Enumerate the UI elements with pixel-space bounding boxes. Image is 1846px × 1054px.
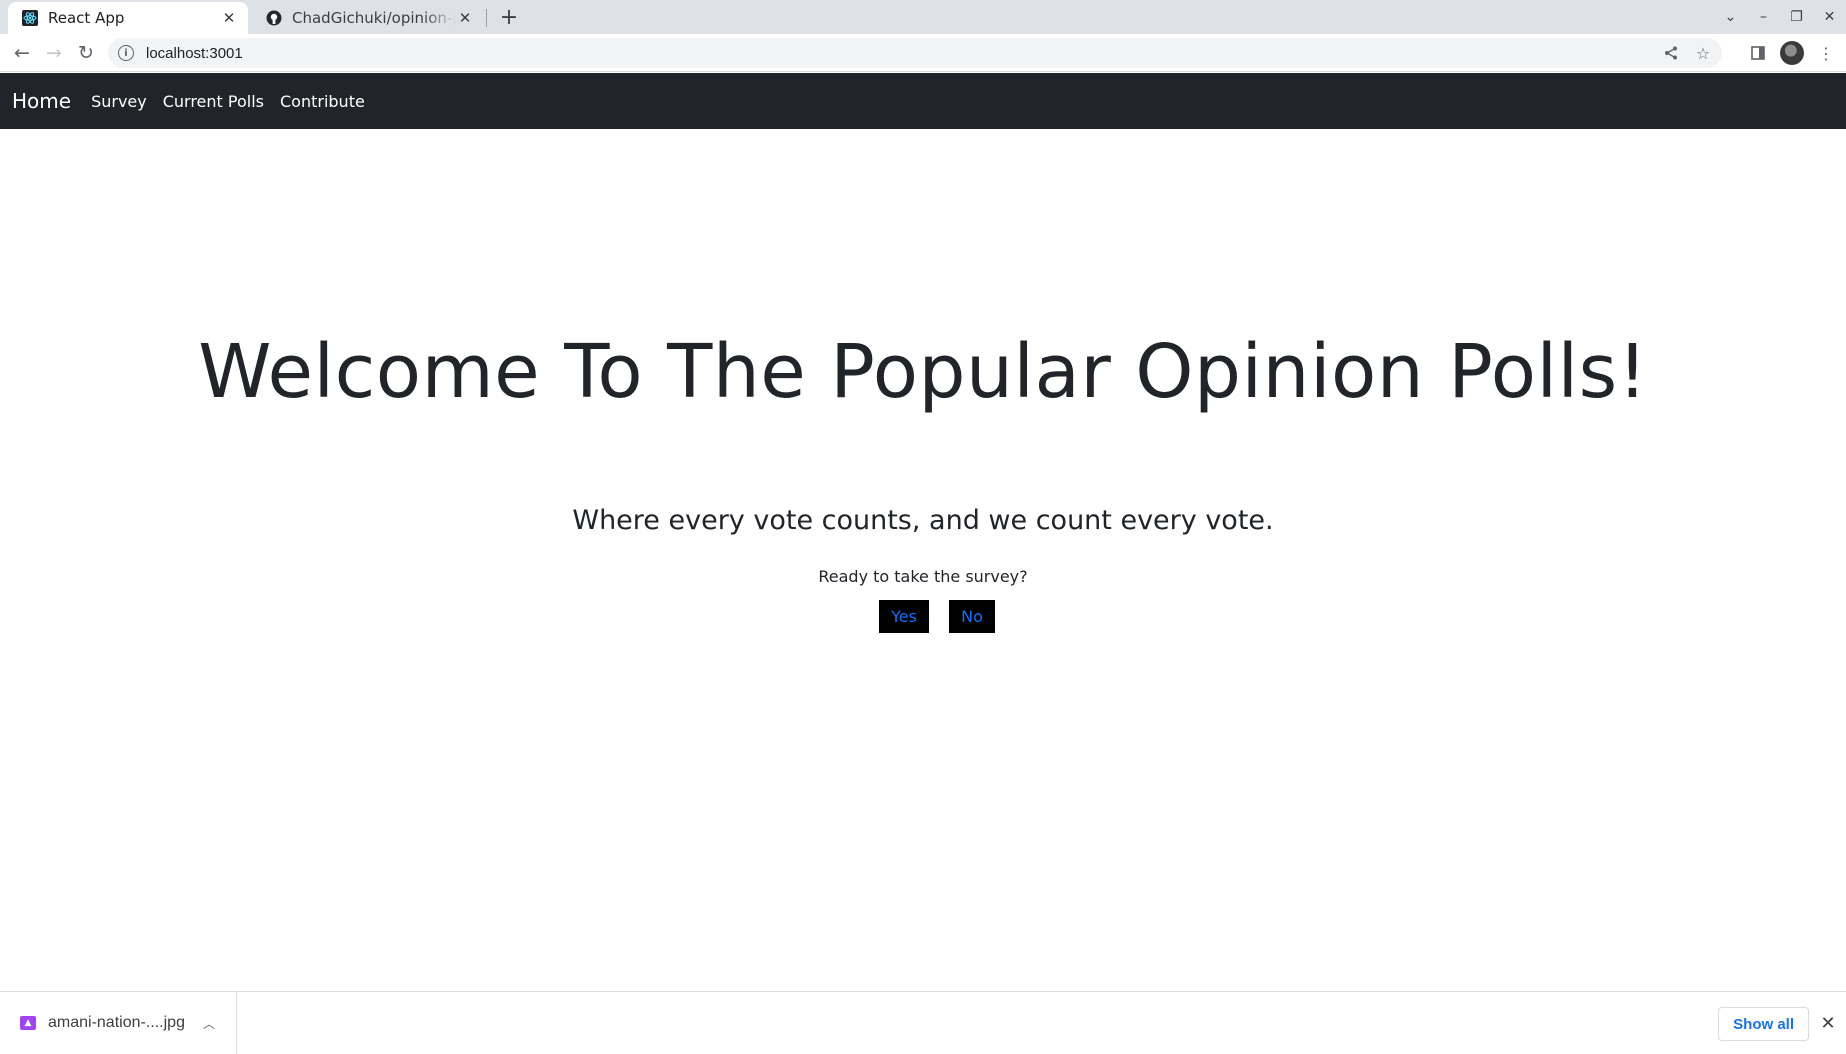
tab-title: React App (48, 9, 125, 27)
new-tab-icon[interactable]: + (496, 4, 522, 30)
image-file-icon: ▲ (20, 1016, 36, 1030)
tab-react-app[interactable]: React App ✕ (8, 2, 248, 34)
survey-prompt: Ready to take the survey? (818, 567, 1028, 586)
url-text[interactable]: localhost:3001 (146, 45, 243, 62)
menu-kebab-icon[interactable]: ⋮ (1814, 41, 1838, 65)
toolbar-right: ⋮ (1746, 34, 1838, 72)
chevron-up-icon[interactable]: ︿ (203, 1015, 215, 1032)
address-bar[interactable]: i localhost:3001 ☆ (108, 38, 1722, 68)
show-all-button[interactable]: Show all (1718, 1007, 1809, 1041)
nav-link-current-polls[interactable]: Current Polls (155, 92, 272, 111)
back-arrow-icon[interactable]: ← (8, 39, 36, 67)
main-content: Welcome To The Popular Opinion Polls! Wh… (0, 129, 1846, 991)
window-controls: ⌄ – ❐ ✕ (1714, 0, 1846, 34)
restore-icon[interactable]: ❐ (1780, 0, 1813, 34)
site-info-icon[interactable]: i (118, 45, 134, 61)
forward-arrow-icon[interactable]: → (40, 39, 68, 67)
close-tab-icon[interactable]: ✕ (456, 9, 474, 27)
reload-icon[interactable]: ↻ (72, 39, 100, 67)
tab-search-chevron-icon[interactable]: ⌄ (1714, 0, 1747, 34)
address-bar-actions: ☆ (1660, 38, 1714, 68)
nav-link-survey[interactable]: Survey (83, 92, 155, 111)
nav-links: Survey Current Polls Contribute (83, 92, 373, 111)
side-panel-icon[interactable] (1746, 41, 1770, 65)
profile-avatar[interactable] (1780, 41, 1804, 65)
nav-link-contribute[interactable]: Contribute (272, 92, 373, 111)
browser-tab-strip: React App ✕ ChadGichuki/opinion-polls ✕ … (0, 0, 1846, 34)
tab-github[interactable]: ChadGichuki/opinion-polls ✕ (252, 2, 484, 34)
tab-separator (486, 9, 487, 27)
survey-buttons: Yes No (0, 600, 1846, 633)
download-file-name[interactable]: amani-nation-....jpg (48, 1014, 185, 1032)
close-shelf-icon[interactable]: ✕ (1816, 1011, 1840, 1035)
github-icon (266, 10, 282, 26)
no-button[interactable]: No (949, 600, 995, 633)
bookmark-star-icon[interactable]: ☆ (1692, 42, 1714, 64)
download-item[interactable]: ▲ amani-nation-....jpg ︿ (0, 992, 237, 1054)
nav-brand-home[interactable]: Home (12, 89, 71, 113)
app-navbar: Home Survey Current Polls Contribute (0, 73, 1846, 129)
browser-toolbar: ← → ↻ i localhost:3001 ☆ ⋮ (0, 34, 1846, 72)
share-icon[interactable] (1660, 42, 1682, 64)
react-icon (22, 10, 38, 26)
tagline: Where every vote counts, and we count ev… (572, 505, 1274, 536)
tab-title: ChadGichuki/opinion-polls (292, 9, 456, 27)
close-window-icon[interactable]: ✕ (1813, 0, 1846, 34)
welcome-heading: Welcome To The Popular Opinion Polls! (198, 329, 1648, 415)
close-tab-icon[interactable]: ✕ (220, 9, 238, 27)
download-shelf: ▲ amani-nation-....jpg ︿ Show all ✕ (0, 991, 1846, 1054)
minimize-icon[interactable]: – (1747, 0, 1780, 34)
yes-button[interactable]: Yes (879, 600, 929, 633)
